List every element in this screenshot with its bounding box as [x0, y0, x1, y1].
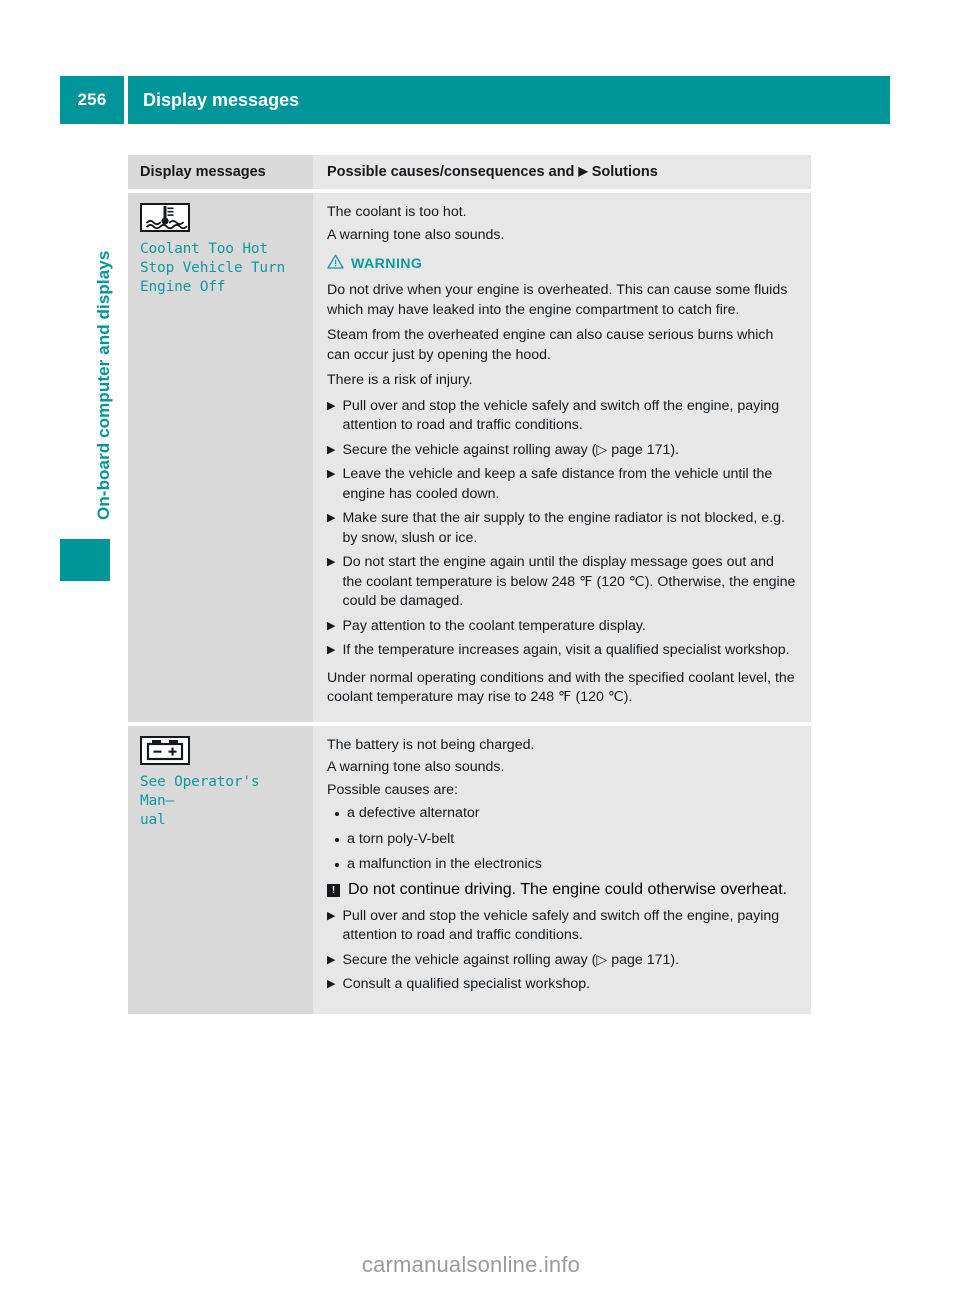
solution-triangle-icon: ▶ — [327, 399, 336, 412]
page-number: 256 — [60, 76, 124, 124]
bullet-dot-icon — [335, 812, 339, 816]
solution-text: If the temperature increases again, visi… — [342, 642, 790, 658]
solution-text: Do not start the engine again until the … — [342, 554, 796, 609]
cause-text: a malfunction in the electronics — [347, 856, 542, 872]
col2-header-text-pre: Possible causes/consequences and — [327, 164, 575, 180]
solution-item: ▶ Consult a qualified specialist worksho… — [327, 975, 797, 995]
row1-lead-line: A warning tone also sounds. — [327, 226, 505, 243]
row2-display-message-text: See Operator's Man– ual — [140, 773, 260, 828]
solution-text: Leave the vehicle and keep a safe distan… — [342, 466, 773, 502]
solution-text: Make sure that the air supply to the eng… — [342, 510, 785, 546]
warning-paragraph: Steam from the overheated engine can als… — [327, 327, 774, 363]
exclamation-box-icon: ! — [327, 883, 340, 897]
solution-item: ▶ Secure the vehicle against rolling awa… — [327, 951, 797, 971]
table-header-cell-messages: Display messages — [128, 155, 313, 189]
col2-header-label: Possible causes/consequences and ▶ Solut… — [327, 164, 797, 180]
caution-note-text: Do not continue driving. The engine coul… — [348, 880, 788, 898]
row2-causes-cell: The battery is not being charged. A warn… — [313, 725, 811, 1014]
coolant-temperature-icon — [140, 203, 190, 232]
solution-item: ▶ If the temperature increases again, vi… — [327, 641, 797, 661]
manual-page: 256 Display messages On-board computer a… — [0, 0, 960, 1302]
solution-item: ▶ Pay attention to the coolant temperatu… — [327, 617, 797, 637]
cause-item: a malfunction in the electronics — [327, 855, 797, 875]
display-messages-table: Display messages Possible causes/consequ… — [128, 155, 811, 1014]
row1-lead-line: The coolant is too hot. — [327, 204, 467, 220]
cause-text: a torn poly-V-belt — [347, 830, 455, 847]
solutions-triangle-icon: ▶ — [578, 164, 588, 178]
solution-item: ▶ Pull over and stop the vehicle safely … — [327, 397, 797, 436]
watermark: carmanualsonline.info — [361, 1252, 581, 1277]
solution-text: Consult a qualified specialist workshop. — [342, 976, 591, 992]
solution-text: Pull over and stop the vehicle safely an… — [342, 397, 780, 434]
solution-triangle-icon: ▶ — [327, 443, 336, 456]
solution-triangle-icon: ▶ — [327, 953, 336, 966]
row1-causes-cell: The coolant is too hot. A warning tone a… — [313, 193, 811, 722]
solution-triangle-icon: ▶ — [327, 619, 336, 632]
solution-triangle-icon: ▶ — [327, 556, 336, 568]
row2-message-cell: See Operator's Man– ual — [128, 725, 313, 1014]
page-header: 256 Display messages — [60, 76, 890, 124]
warning-paragraph: Do not drive when your engine is overhea… — [327, 282, 788, 318]
solution-item: ▶ Leave the vehicle and keep a safe dist… — [327, 465, 797, 504]
solution-triangle-icon: ▶ — [327, 512, 336, 524]
page-title: Display messages — [128, 76, 890, 124]
table-header-row: Display messages Possible causes/consequ… — [128, 155, 811, 189]
solution-item: ▶ Pull over and stop the vehicle safely … — [327, 907, 797, 946]
solution-text: Pay attention to the coolant temperature… — [342, 617, 646, 634]
solution-item: ▶ Do not start the engine again until th… — [327, 553, 797, 612]
solution-triangle-icon: ▶ — [327, 978, 336, 990]
chapter-tab-label: On-board computer and displays — [94, 250, 113, 520]
solution-text: Pull over and stop the vehicle safely an… — [342, 907, 780, 944]
solution-item: ▶ Make sure that the air supply to the e… — [327, 509, 797, 548]
cause-item: a defective alternator — [327, 804, 797, 824]
bullet-dot-icon — [335, 863, 339, 867]
row2-lead-line: Possible causes are: — [327, 781, 458, 798]
chapter-tab: On-board computer and displays — [60, 150, 113, 590]
solution-triangle-icon: ▶ — [327, 909, 336, 922]
table-header-cell-causes: Possible causes/consequences and ▶ Solut… — [313, 155, 811, 189]
chapter-tab-marker — [60, 539, 110, 581]
row1-display-message-text: Coolant Too Hot Stop Vehicle Turn Engine… — [140, 241, 286, 295]
row1-solutions-list: ▶ Pull over and stop the vehicle safely … — [327, 397, 797, 661]
warning-paragraph: There is a risk of injury. — [327, 372, 473, 388]
solution-triangle-icon: ▶ — [327, 644, 336, 656]
col1-header-label: Display messages — [140, 164, 266, 180]
battery-charge-icon — [140, 735, 190, 765]
row2-causes-list: a defective alternator a torn poly-V-bel… — [327, 804, 797, 875]
solution-item: ▶ Secure the vehicle against rolling awa… — [327, 441, 797, 461]
solution-text: Secure the vehicle against rolling away … — [342, 951, 680, 968]
cause-item: a torn poly-V-belt — [327, 830, 797, 850]
solution-text: Secure the vehicle against rolling away … — [342, 441, 680, 458]
col2-header-text-post: Solutions — [591, 164, 658, 180]
caution-note: ! Do not continue driving. The engine co… — [327, 881, 797, 899]
table-row: See Operator's Man– ual The battery is n… — [128, 725, 811, 1014]
row2-lead-line: The battery is not being charged. — [327, 736, 535, 753]
warning-triangle-icon — [327, 254, 344, 274]
bullet-dot-icon — [335, 837, 339, 842]
warning-heading: WARNING — [327, 254, 797, 274]
warning-label: WARNING — [351, 256, 423, 272]
row2-solutions-list: ▶ Pull over and stop the vehicle safely … — [327, 907, 797, 995]
table-row: Coolant Too Hot Stop Vehicle Turn Engine… — [128, 193, 811, 722]
row1-tail-paragraph: Under normal operating conditions and wi… — [327, 669, 795, 706]
row2-lead-line: A warning tone also sounds. — [327, 759, 505, 775]
row1-message-cell: Coolant Too Hot Stop Vehicle Turn Engine… — [128, 193, 313, 722]
solution-triangle-icon: ▶ — [327, 468, 336, 480]
cause-text: a defective alternator — [347, 805, 480, 821]
